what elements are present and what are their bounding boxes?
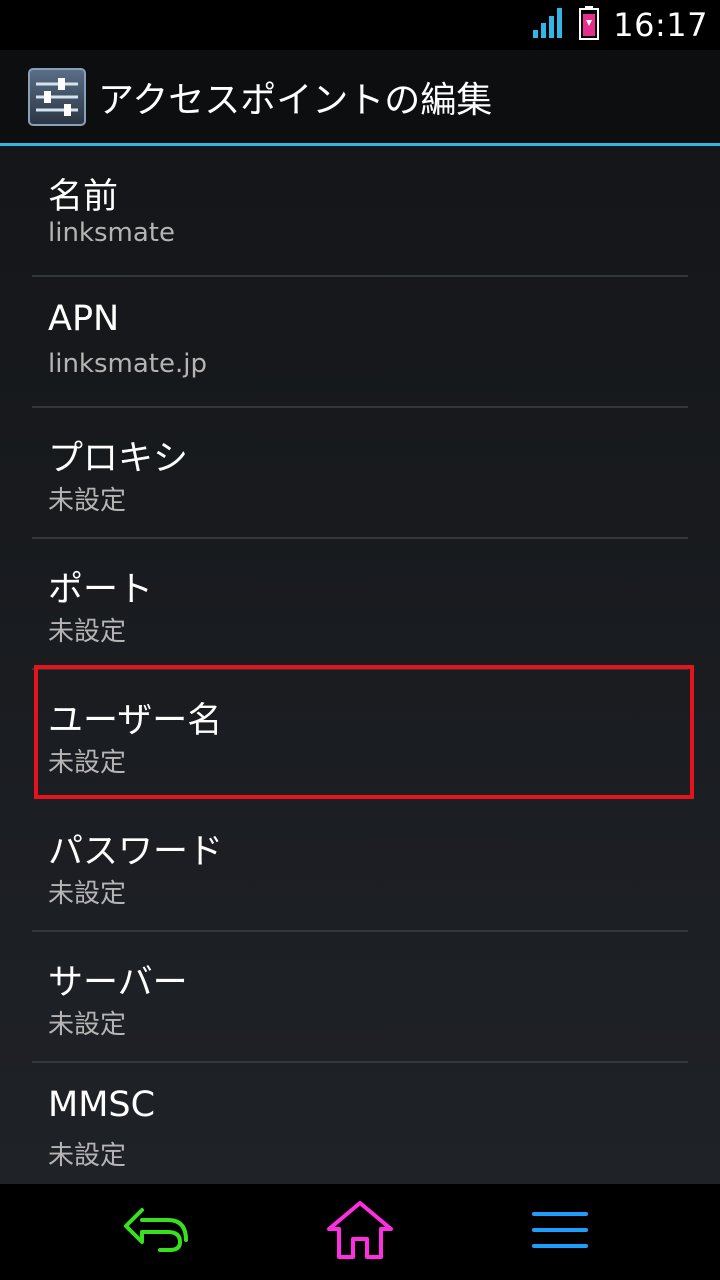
item-value: 未設定 bbox=[48, 1010, 127, 1040]
item-value: linksmate.jp bbox=[48, 349, 207, 379]
item-title: 名前 bbox=[48, 177, 119, 217]
item-title: パスワード bbox=[48, 832, 224, 872]
item-title: ポート bbox=[48, 570, 154, 610]
status-icons: 16:17 bbox=[533, 0, 708, 50]
back-button[interactable] bbox=[116, 1196, 196, 1268]
list-item-apn[interactable]: APN linksmate.jp bbox=[32, 277, 688, 408]
item-title: サーバー bbox=[48, 963, 188, 1003]
item-value: 未設定 bbox=[48, 1141, 127, 1171]
item-title: プロキシ bbox=[48, 439, 189, 479]
navigation-bar bbox=[0, 1184, 720, 1280]
item-title: ユーザー名 bbox=[48, 701, 223, 741]
home-button[interactable] bbox=[320, 1196, 400, 1268]
list-item-name[interactable]: 名前 linksmate bbox=[32, 146, 688, 277]
list-item-mmsc[interactable]: MMSC 未設定 bbox=[32, 1063, 688, 1184]
item-value: linksmate bbox=[48, 218, 175, 248]
status-bar: 16:17 bbox=[0, 0, 720, 50]
battery-icon bbox=[579, 6, 600, 44]
item-value: 未設定 bbox=[48, 617, 127, 647]
action-bar: アクセスポイントの編集 bbox=[0, 50, 720, 144]
settings-sliders-icon[interactable] bbox=[28, 68, 86, 126]
signal-strength-icon bbox=[533, 8, 565, 42]
list-item-username[interactable]: ユーザー名 未設定 bbox=[32, 670, 688, 801]
back-arrow-icon bbox=[120, 1204, 192, 1260]
list-item-proxy[interactable]: プロキシ 未設定 bbox=[32, 408, 688, 539]
item-title: MMSC bbox=[48, 1085, 156, 1125]
menu-button[interactable] bbox=[520, 1196, 600, 1268]
list-item-password[interactable]: パスワード 未設定 bbox=[32, 801, 688, 932]
home-icon bbox=[325, 1199, 395, 1265]
list-item-server[interactable]: サーバー 未設定 bbox=[32, 932, 688, 1063]
status-clock: 16:17 bbox=[613, 6, 708, 44]
screen: 16:17 アクセスポイントの編集 名前 linksmate APN links… bbox=[0, 0, 720, 1280]
menu-icon bbox=[530, 1208, 590, 1256]
apn-settings-list: 名前 linksmate APN linksmate.jp プロキシ 未設定 ポ… bbox=[0, 146, 720, 1184]
item-value: 未設定 bbox=[48, 879, 127, 909]
page-title: アクセスポイントの編集 bbox=[98, 80, 493, 121]
item-title: APN bbox=[48, 299, 120, 339]
list-item-port[interactable]: ポート 未設定 bbox=[32, 539, 688, 670]
item-value: 未設定 bbox=[48, 486, 127, 516]
item-value: 未設定 bbox=[48, 748, 127, 778]
